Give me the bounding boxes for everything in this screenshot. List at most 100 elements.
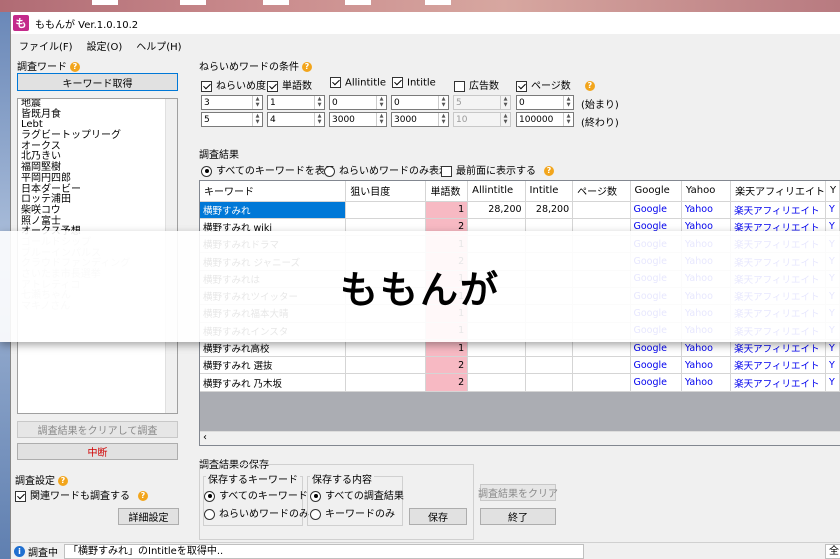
radio-icon[interactable] [310,508,321,520]
menu-bar: ファイル(F) 設定(O) ヘルプ(H) [11,36,840,54]
help-icon[interactable]: ? [584,81,595,91]
cond-check-ads[interactable]: 広告数 [454,77,499,92]
allintitle-end-spinner[interactable]: 3000 ▲ ▼ [329,112,387,127]
column-header[interactable]: ページ数 [572,181,631,202]
checkbox-icon[interactable] [454,80,465,92]
column-header[interactable]: Google [630,181,682,202]
checkbox-icon[interactable] [330,77,341,88]
column-header[interactable]: Y [825,181,840,202]
cell-intitle [525,356,574,375]
checkbox-icon[interactable] [516,80,527,92]
menu-help[interactable]: ヘルプ(H) [136,38,181,53]
help-icon[interactable]: ? [544,166,554,176]
cell-rakuten[interactable]: 楽天アフィリエイト [730,356,826,375]
cell-aim [345,356,427,375]
help-icon[interactable]: ? [70,62,80,72]
cond-check-words[interactable]: 単語数 [267,77,312,92]
cell-rakuten[interactable]: 楽天アフィリエイト [730,373,826,392]
help-icon[interactable]: ? [302,62,312,72]
conditions-label: ねらいめワードの条件? [199,58,312,73]
cond-check-intitle[interactable]: Intitle [392,77,436,89]
detail-settings-button[interactable]: 詳細設定 [118,508,179,525]
allintitle-start-spinner[interactable]: 0 ▲ ▼ [329,95,387,110]
aim-end-spinner[interactable]: 5 ▲ ▼ [201,112,263,127]
column-header[interactable]: キーワード [200,181,347,202]
cell-yahoo[interactable]: Yahoo [681,373,732,392]
get-keywords-button[interactable]: キーワード取得 [17,73,178,91]
cell-words: 1 [425,201,469,219]
cell-yahoo[interactable]: Yahoo [681,201,732,219]
front-checkbox[interactable]: 最前面に表示する? [441,162,554,177]
ads-start-spinner[interactable]: 5 ▲ ▼ [453,95,511,110]
intitle-start-spinner[interactable]: 0 ▲ ▼ [391,95,449,110]
pages-start-spinner[interactable]: 0 ▲ ▼ [516,95,574,110]
radio-save-all-kw[interactable]: すべてのキーワード [204,487,308,502]
cell-yahoo[interactable]: Yahoo [681,356,732,375]
pages-end-spinner[interactable]: 100000 ▲ ▼ [516,112,574,127]
exit-button[interactable]: 終了 [480,508,556,525]
help-icon[interactable]: ? [58,476,68,486]
cell-allintitle: 28,200 [467,201,526,219]
checkbox-icon[interactable] [267,80,278,92]
help-icon[interactable]: ? [138,491,148,501]
cell-y[interactable]: Y [825,201,840,219]
column-header[interactable]: Intitle [525,181,574,202]
table-row[interactable]: 横野すみれ 選抜 2 Google Yahoo 楽天アフィリエイト Y [200,356,840,375]
cell-allintitle [467,373,526,392]
radio-show-target[interactable]: ねらいめワードのみ表示 [324,162,449,177]
menu-file[interactable]: ファイル(F) [19,38,73,53]
checkbox-icon[interactable] [441,165,452,177]
title-bar[interactable]: も ももんが Ver.1.0.10.2 [11,12,840,34]
cell-google[interactable]: Google [630,373,682,392]
checkbox-icon[interactable] [392,77,403,88]
radio-show-all[interactable]: すべてのキーワードを表示 [201,162,335,177]
menu-settings[interactable]: 設定(O) [87,38,123,53]
column-header[interactable]: 狙い目度 [345,181,427,202]
stop-button[interactable]: 中断 [17,443,178,460]
related-words-checkbox[interactable]: 関連ワードも調査する? [15,487,148,502]
radio-icon[interactable] [201,165,212,177]
cell-allintitle [467,356,526,375]
cell-y[interactable]: Y [825,356,840,375]
save-keywords-label: 保存するキーワード [206,471,300,486]
ads-end-spinner[interactable]: 10 ▲ ▼ [453,112,511,127]
cell-google[interactable]: Google [630,356,682,375]
radio-icon[interactable] [324,165,335,177]
radio-save-kw-only[interactable]: キーワードのみ [310,505,395,520]
cell-google[interactable]: Google [630,201,682,219]
column-header[interactable]: Allintitle [467,181,526,202]
radio-save-all-results[interactable]: すべての調査結果 [310,487,404,502]
table-row[interactable]: 横野すみれ 乃木坂 2 Google Yahoo 楽天アフィリエイト Y [200,373,840,392]
checkbox-icon[interactable] [15,490,26,502]
words-start-spinner[interactable]: 1 ▲ ▼ [267,95,325,110]
scroll-left-icon[interactable]: ‹ [203,432,207,443]
radio-icon[interactable] [310,490,321,502]
words-end-spinner[interactable]: 4 ▲ ▼ [267,112,325,127]
column-header[interactable]: 楽天アフィリエイト [730,181,826,202]
list-item[interactable]: 柴咲コウ [18,205,177,217]
results-hscrollbar[interactable]: ‹ [200,431,840,445]
cond-check-allintitle[interactable]: Allintitle [330,77,386,89]
cell-words: 2 [425,356,469,375]
column-header[interactable]: Yahoo [681,181,732,202]
cond-check-aim[interactable]: ねらいめ度 [201,77,266,92]
cond-check-pages[interactable]: ページ数? [516,77,595,92]
radio-icon[interactable] [204,490,215,502]
cell-pages [572,356,631,375]
aim-start-spinner[interactable]: 3 ▲ ▼ [201,95,263,110]
clear-and-search-button[interactable]: 調査結果をクリアして調査 [17,421,178,438]
cell-rakuten[interactable]: 楽天アフィリエイト [730,201,826,219]
info-icon: i [14,545,25,557]
checkbox-icon[interactable] [201,80,212,92]
column-header[interactable]: 単語数 [425,181,469,202]
save-button[interactable]: 保存 [409,508,467,525]
banner-text: ももんが [339,268,500,312]
cell-words: 2 [425,373,469,392]
radio-icon[interactable] [204,508,215,520]
intitle-end-spinner[interactable]: 3000 ▲ ▼ [391,112,449,127]
list-item[interactable]: 平岡円四郎 [18,173,177,185]
table-row[interactable]: 横野すみれ 1 28,200 28,200 Google Yahoo 楽天アフィリエイト Y [200,201,840,219]
cell-y[interactable]: Y [825,373,840,392]
clear-results-button[interactable]: 調査結果をクリア [478,484,558,501]
radio-save-target-kw[interactable]: ねらいめワードのみ [204,505,309,520]
